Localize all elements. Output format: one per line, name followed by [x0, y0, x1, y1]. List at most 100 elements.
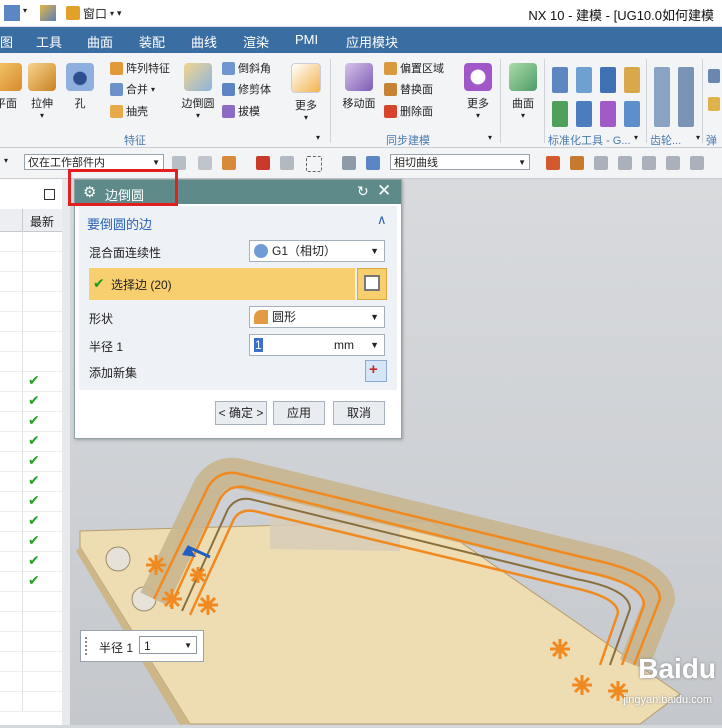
brush-icon[interactable]	[40, 5, 56, 21]
tool-icon[interactable]	[552, 101, 568, 127]
navigator-row[interactable]: ✔	[0, 571, 62, 592]
chevron-down-icon[interactable]: ▾	[316, 133, 320, 142]
unite-button[interactable]: 合并 ▾	[110, 81, 155, 97]
navigator-row[interactable]: ✔	[0, 431, 62, 452]
spline-icon[interactable]	[666, 156, 680, 170]
collapse-icon[interactable]: ∧	[377, 212, 387, 228]
shell-button[interactable]: 抽壳	[110, 103, 148, 119]
navigator-row[interactable]: ✔	[0, 371, 62, 392]
navigator-row[interactable]: ✔	[0, 451, 62, 472]
gear-icon[interactable]	[678, 67, 694, 127]
arrow-right-icon[interactable]	[570, 156, 584, 170]
spline-icon[interactable]	[690, 156, 704, 170]
shape-dropdown[interactable]: 圆形 ▼	[249, 306, 385, 328]
curve-rule-dropdown[interactable]: 相切曲线 ▼	[390, 154, 530, 170]
tool-icon[interactable]	[624, 101, 640, 127]
menu-item-assembly[interactable]: 装配	[139, 32, 165, 51]
replace-face-button[interactable]: 替换面	[384, 81, 433, 97]
hole-button[interactable]: 孔	[64, 63, 96, 111]
tool-icon[interactable]	[624, 67, 640, 93]
onscreen-radius-field[interactable]: 半径 1 1 ▼	[80, 630, 204, 662]
delete-face-button[interactable]: 删除面	[384, 103, 433, 119]
navigator-row[interactable]	[0, 671, 62, 692]
navigator-row[interactable]	[0, 611, 62, 632]
menu-item-render[interactable]: 渲染	[243, 32, 269, 51]
navigator-splitter[interactable]	[62, 179, 70, 725]
navigator-row[interactable]: ✔	[0, 511, 62, 532]
body-select-icon[interactable]	[366, 156, 380, 170]
line-icon[interactable]	[642, 156, 656, 170]
offset-region-button[interactable]: 偏置区域	[384, 60, 444, 76]
point-icon[interactable]	[256, 156, 270, 170]
trim-body-button[interactable]: 修剪体	[222, 81, 271, 97]
drag-handle-icon[interactable]	[85, 637, 91, 655]
menu-item-curve[interactable]: 曲线	[191, 32, 217, 51]
navigator-row[interactable]: ✔	[0, 531, 62, 552]
navigator-row[interactable]: ✔	[0, 491, 62, 512]
edge-select-button[interactable]	[357, 268, 387, 300]
continuity-dropdown[interactable]: G1（相切） ▼	[249, 240, 385, 262]
reset-icon[interactable]: ↻	[357, 183, 369, 200]
extrude-button[interactable]: 拉伸 ▾	[26, 63, 58, 120]
cube-app-icon[interactable]	[4, 5, 20, 21]
chevron-down-icon[interactable]: ▾	[23, 6, 27, 15]
more-sync-button[interactable]: 更多 ▾	[462, 63, 494, 120]
line-icon[interactable]	[618, 156, 632, 170]
tool-icon[interactable]	[576, 101, 592, 127]
navigator-row[interactable]: ✔	[0, 551, 62, 572]
menu-item-surface[interactable]: 曲面	[87, 32, 113, 51]
curve-icon[interactable]	[546, 156, 560, 170]
face-select-icon[interactable]	[342, 156, 356, 170]
add-new-set-button[interactable]: +	[365, 360, 387, 382]
close-icon[interactable]: ✕	[377, 181, 391, 201]
navigator-row[interactable]	[0, 271, 62, 292]
navigator-row[interactable]	[0, 651, 62, 672]
ok-button[interactable]: < 确定 >	[215, 401, 267, 425]
maximize-icon[interactable]	[44, 189, 55, 200]
more-feature-button[interactable]: 更多 ▾	[290, 63, 322, 122]
box-select-icon[interactable]	[306, 156, 322, 172]
filter-icon[interactable]	[198, 156, 212, 170]
chevron-down-icon[interactable]: ▾	[4, 156, 8, 165]
chevron-down-icon[interactable]: ▾	[634, 133, 638, 142]
snap-icon[interactable]	[172, 156, 186, 170]
navigator-row[interactable]	[0, 631, 62, 652]
spring-icon[interactable]	[708, 97, 720, 111]
tool-icon[interactable]	[600, 101, 616, 127]
menu-item-tools[interactable]: 工具	[36, 32, 62, 51]
chevron-down-icon[interactable]: ▾	[696, 133, 700, 142]
section-title[interactable]: 要倒圆的边	[87, 214, 152, 233]
tool-icon[interactable]	[576, 67, 592, 93]
navigator-row[interactable]: ✔	[0, 411, 62, 432]
customize-icon[interactable]: ▾	[117, 8, 122, 19]
radius-input[interactable]: 1 mm ▼	[249, 334, 385, 356]
cancel-button[interactable]: 取消	[333, 401, 385, 425]
menu-item-pmi[interactable]: PMI	[295, 32, 318, 47]
draft-button[interactable]: 拔模	[222, 103, 260, 119]
navigator-row[interactable]	[0, 331, 62, 352]
edge-blend-button[interactable]: 边倒圆 ▾	[180, 63, 216, 120]
chevron-down-icon[interactable]: ▾	[488, 133, 492, 142]
menu-item-application[interactable]: 应用模块	[346, 32, 398, 51]
arrow-icon[interactable]	[280, 156, 294, 170]
navigator-row[interactable]	[0, 691, 62, 712]
tool-icon[interactable]	[552, 67, 568, 93]
apply-button[interactable]: 应用	[273, 401, 325, 425]
tool-icon[interactable]	[600, 67, 616, 93]
selection-scope-dropdown[interactable]: 仅在工作部件内 ▼	[24, 154, 164, 170]
spring-icon[interactable]	[708, 69, 720, 83]
navigator-row[interactable]	[0, 591, 62, 612]
navigator-row[interactable]	[0, 351, 62, 372]
tool-icon[interactable]	[594, 156, 608, 170]
navigator-row[interactable]: ✔	[0, 391, 62, 412]
onscreen-radius-input[interactable]: 1 ▼	[139, 636, 197, 654]
navigator-row[interactable]	[0, 231, 62, 252]
window-menu[interactable]: 窗口 ▾ ▾	[66, 4, 122, 22]
navigator-row[interactable]: ✔	[0, 471, 62, 492]
navigator-row[interactable]	[0, 251, 62, 272]
gear-icon[interactable]	[654, 67, 670, 127]
chamfer-button[interactable]: 倒斜角	[222, 60, 271, 76]
navigator-row[interactable]	[0, 291, 62, 312]
pattern-feature-button[interactable]: 阵列特征	[110, 60, 170, 76]
menu-item-view[interactable]: 图	[0, 32, 13, 51]
